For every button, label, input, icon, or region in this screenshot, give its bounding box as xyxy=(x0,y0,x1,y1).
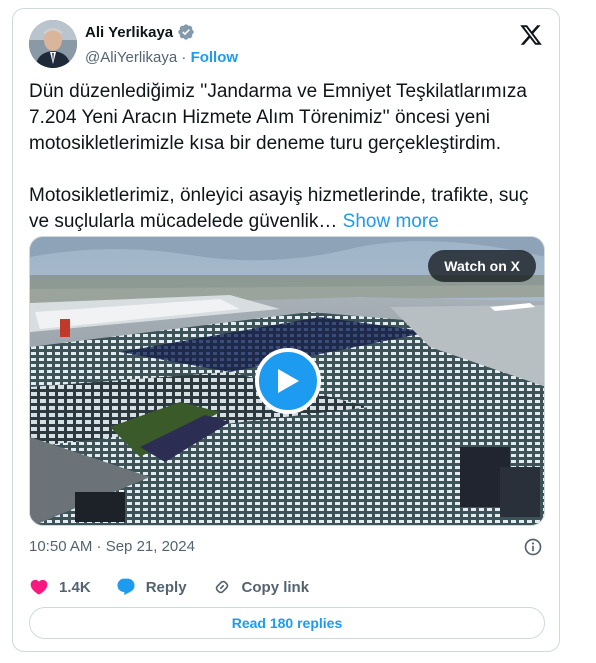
author-name-row: Ali Yerlikaya xyxy=(85,23,195,41)
avatar[interactable] xyxy=(29,20,77,68)
link-icon xyxy=(215,580,228,594)
reply-label: Reply xyxy=(145,578,187,596)
heart-icon xyxy=(30,579,48,595)
copy-link-button[interactable]: Copy link xyxy=(212,577,310,597)
reply-button[interactable]: Reply xyxy=(116,577,187,597)
play-icon xyxy=(278,369,299,393)
author-handle-row: @AliYerlikaya · Follow xyxy=(85,49,238,66)
show-more-link[interactable]: Show more xyxy=(343,211,439,232)
like-button[interactable]: 1.4K xyxy=(29,577,91,597)
tweet-text: Dün düzenlediğimiz ''Jandarma ve Emniyet… xyxy=(29,79,549,235)
author-name[interactable]: Ali Yerlikaya xyxy=(85,24,173,41)
copy-link-label: Copy link xyxy=(241,578,310,596)
tweet-body: Dün düzenlediğimiz ''Jandarma ve Emniyet… xyxy=(29,81,529,232)
like-count: 1.4K xyxy=(59,578,91,596)
play-button[interactable] xyxy=(255,348,321,414)
handle-separator: · xyxy=(177,49,191,66)
reply-icon xyxy=(117,578,135,596)
tweet-embed-card: Ali Yerlikaya @AliYerlikaya · Follow Dün… xyxy=(12,8,560,652)
tweet-actions: 1.4K Reply Copy link xyxy=(29,577,334,597)
x-logo-icon[interactable] xyxy=(519,23,543,47)
watch-on-x-button[interactable]: Watch on X xyxy=(428,250,536,282)
read-replies-button[interactable]: Read 180 replies xyxy=(29,607,545,639)
verified-badge-icon xyxy=(178,24,194,40)
follow-button[interactable]: Follow xyxy=(191,49,239,66)
author-handle[interactable]: @AliYerlikaya xyxy=(85,49,177,66)
info-icon[interactable] xyxy=(523,537,543,557)
video-media[interactable]: Watch on X xyxy=(29,236,545,526)
tweet-timestamp[interactable]: 10:50 AM · Sep 21, 2024 xyxy=(29,538,195,555)
